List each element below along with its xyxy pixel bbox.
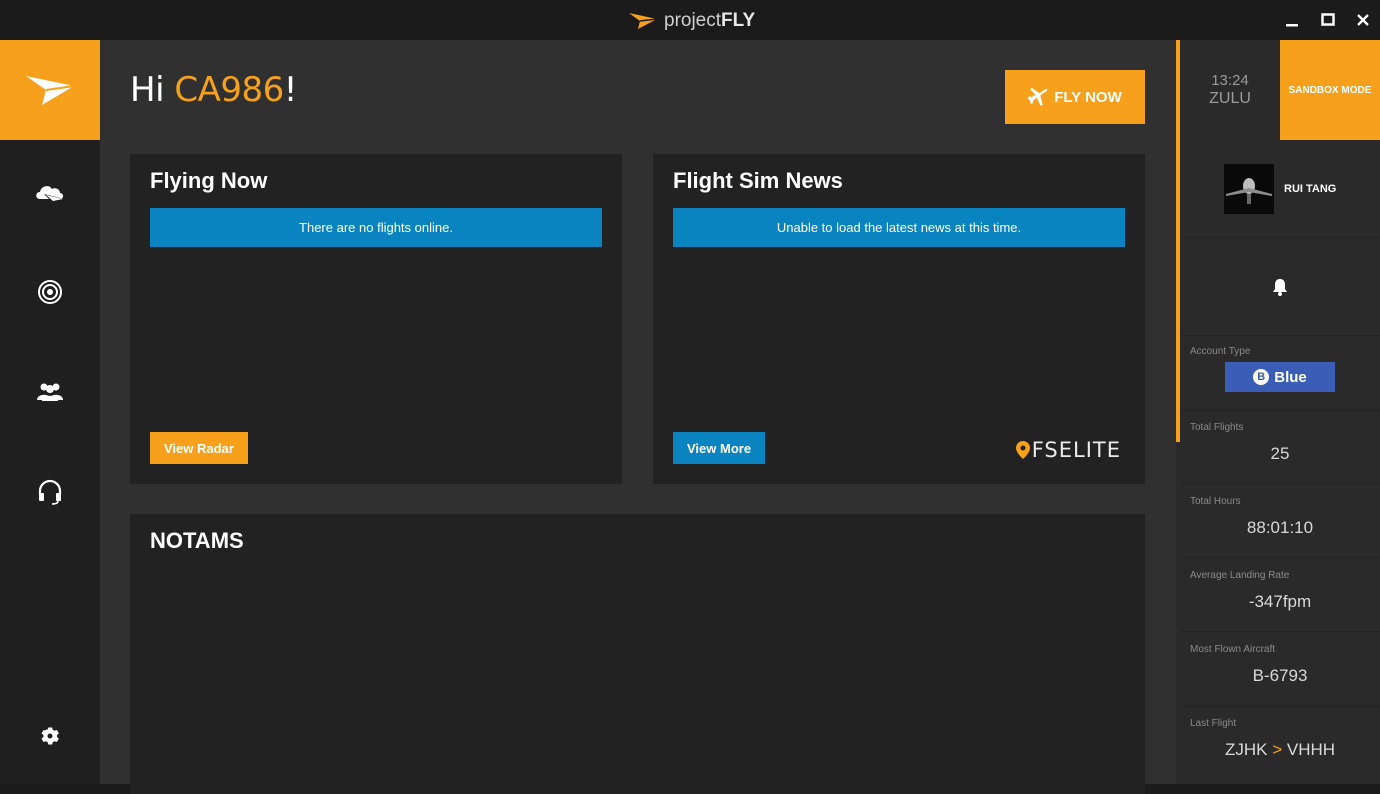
stat-value: B-6793 [1252,666,1308,685]
username: CA986 [174,70,284,110]
notams-title: NOTAMS [150,528,244,553]
main-content: Hi CA986! FLY NOW Flying Now There are n… [100,40,1176,794]
greeting: Hi CA986! [130,70,297,110]
fselite-logo-text: FSELITE [1031,438,1121,462]
sidebar-item-community[interactable] [30,372,70,412]
close-icon [1357,14,1369,26]
fly-now-button[interactable]: FLY NOW [1005,70,1145,124]
zulu-clock: 13:24 ZULU [1180,40,1280,140]
news-title: Flight Sim News [673,168,843,193]
stat-total-hours: Total Hours 88:01:10 [1180,484,1380,558]
app-logo: projectFLY [628,9,755,33]
clock-zone: ZULU [1209,90,1251,107]
greeting-prefix: Hi [130,70,175,110]
stat-most-flown-aircraft: Most Flown Aircraft B-6793 [1180,632,1380,706]
app-title-suffix: FLY [721,10,756,31]
stat-label: Last Flight [1190,718,1237,729]
sidebar-item-support[interactable] [30,472,70,512]
news-message: Unable to load the latest news at this t… [673,208,1125,247]
sidebar-item-radar[interactable] [30,272,70,312]
account-type-value: Blue [1274,368,1307,386]
bell-icon [1273,278,1287,296]
stat-value: 88:01:10 [1246,518,1314,537]
aircraft-avatar-icon [1224,163,1274,214]
stat-value: 25 [1270,444,1290,463]
fselite-logo[interactable]: FSELITE [1015,438,1121,462]
cloud-plane-icon [36,186,64,202]
notifications-button[interactable] [1180,238,1380,336]
minimize-icon [1286,24,1298,27]
users-icon [37,383,63,401]
flying-now-message: There are no flights online. [150,208,602,247]
headset-icon [38,479,62,505]
sidebar-item-dashboard[interactable] [30,172,70,212]
maximize-button[interactable] [1316,8,1340,32]
account-type-badge: B Blue [1225,362,1335,392]
account-type-badge-icon: B [1253,369,1270,385]
account-type-label: Account Type [1190,346,1251,357]
account-type: Account Type B Blue [1180,336,1380,410]
profile[interactable]: RUI TANG [1180,140,1380,238]
airplane-icon [1028,87,1048,106]
title-bar: projectFLY [0,0,1380,40]
stat-last-flight: Last Flight ZJHK > VHHH [1180,706,1380,780]
news-card: Flight Sim News Unable to load the lates… [653,154,1145,484]
fly-now-label: FLY NOW [1054,88,1122,106]
avatar [1224,163,1274,214]
stat-label: Total Flights [1190,422,1244,433]
app-title-prefix: project [664,10,722,31]
minimize-button[interactable] [1280,8,1304,32]
last-flight-arrow: > [1272,740,1283,759]
maximize-icon [1321,13,1335,26]
sandbox-mode-button[interactable]: SANDBOX MODE [1280,40,1380,140]
right-panel: 13:24 ZULU SANDBOX MODE RUI TANG Account… [1176,40,1380,784]
profile-name: RUI TANG [1284,182,1337,195]
last-flight-to: VHHH [1286,740,1336,759]
stat-label: Average Landing Rate [1190,570,1290,581]
paper-plane-icon [26,76,75,105]
view-radar-button[interactable]: View Radar [150,432,248,464]
paper-plane-icon [629,13,658,29]
sidebar [0,40,100,784]
view-more-button[interactable]: View More [673,432,766,464]
sidebar-item-settings[interactable] [30,716,70,756]
last-flight-from: ZJHK [1224,740,1268,759]
stat-value: -347fpm [1248,592,1312,611]
notams-card: NOTAMS [130,514,1145,794]
greeting-suffix: ! [283,70,298,110]
sidebar-logo[interactable] [0,40,100,140]
active-rail [1176,40,1180,442]
map-pin-icon [1015,441,1030,459]
stat-total-flights: Total Flights 25 [1180,410,1380,484]
stat-label: Most Flown Aircraft [1190,644,1276,655]
close-button[interactable] [1351,8,1375,32]
radar-icon [38,280,62,304]
flying-now-card: Flying Now There are no flights online. … [130,154,622,484]
flying-now-title: Flying Now [150,168,268,193]
stat-label: Total Hours [1190,496,1241,507]
clock-time: 13:24 [1211,72,1249,89]
last-flight-route: ZJHK > VHHH [1180,740,1380,760]
stat-average-landing-rate: Average Landing Rate -347fpm [1180,558,1380,632]
gear-icon [41,727,59,745]
